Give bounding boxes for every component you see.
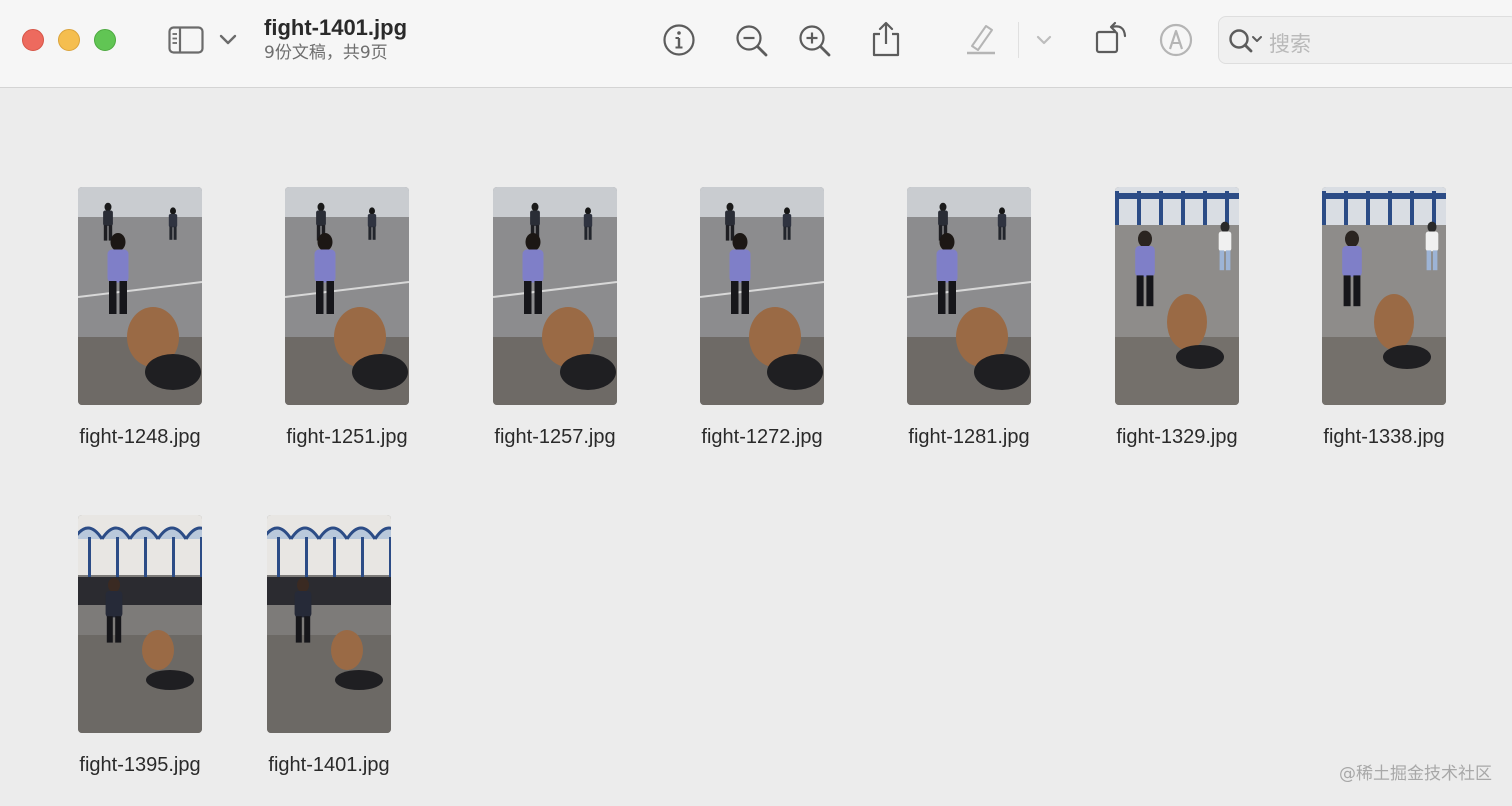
watermark: @稀土掘金技术社区: [1339, 764, 1492, 784]
rotate-icon[interactable]: [1094, 20, 1130, 56]
window-subtitle: 9份文稿，共9页: [264, 43, 388, 63]
thumbnail-image[interactable]: [907, 187, 1031, 405]
thumbnail-caption[interactable]: fight-1257.jpg: [470, 426, 640, 449]
search-icon: [1227, 27, 1265, 55]
thumbnail-caption[interactable]: fight-1395.jpg: [55, 754, 225, 777]
thumbnail-image[interactable]: [78, 187, 202, 405]
zoom-in-icon[interactable]: [797, 23, 833, 59]
window-title: fight-1401.jpg: [264, 15, 408, 40]
thumbnail-photo: [700, 187, 824, 405]
thumbnail-image[interactable]: [1115, 187, 1239, 405]
toolbar: fight-1401.jpg 9份文稿，共9页 搜索: [0, 0, 1512, 88]
thumbnail-image[interactable]: [493, 187, 617, 405]
toolbar-divider: [1018, 22, 1019, 58]
chevron-down-icon[interactable]: [219, 34, 237, 46]
search-field[interactable]: 搜索: [1218, 16, 1512, 64]
thumbnail-image[interactable]: [1322, 187, 1446, 405]
thumbnail-caption[interactable]: fight-1401.jpg: [244, 754, 414, 777]
sidebar-icon[interactable]: [168, 26, 206, 54]
thumbnail-caption[interactable]: fight-1338.jpg: [1299, 426, 1469, 449]
close-button[interactable]: [22, 29, 44, 51]
thumbnail-photo: [267, 515, 391, 733]
thumbnail-caption[interactable]: fight-1248.jpg: [55, 426, 225, 449]
thumbnail-caption[interactable]: fight-1272.jpg: [677, 426, 847, 449]
thumbnail-caption[interactable]: fight-1329.jpg: [1092, 426, 1262, 449]
zoom-out-icon[interactable]: [734, 23, 770, 59]
thumbnail-photo: [907, 187, 1031, 405]
markup-icon[interactable]: [1158, 22, 1194, 58]
thumbnail-image[interactable]: [267, 515, 391, 733]
thumbnail-image[interactable]: [78, 515, 202, 733]
thumbnail-caption[interactable]: fight-1281.jpg: [884, 426, 1054, 449]
search-placeholder: 搜索: [1269, 32, 1311, 56]
chevron-down-icon[interactable]: [1036, 35, 1052, 46]
thumbnail-photo: [493, 187, 617, 405]
thumbnail-photo: [1115, 187, 1239, 405]
share-icon[interactable]: [870, 20, 902, 58]
thumbnail-caption[interactable]: fight-1251.jpg: [262, 426, 432, 449]
thumbnail-photo: [285, 187, 409, 405]
highlighter-icon[interactable]: [964, 20, 998, 56]
minimize-button[interactable]: [58, 29, 80, 51]
preview-window: fight-1401.jpg 9份文稿，共9页 搜索 fight-1248.jp…: [0, 0, 1512, 806]
thumbnail-photo: [78, 515, 202, 733]
thumbnail-image[interactable]: [285, 187, 409, 405]
thumbnail-image[interactable]: [700, 187, 824, 405]
info-icon[interactable]: [662, 23, 696, 57]
thumbnail-photo: [1322, 187, 1446, 405]
thumbnail-photo: [78, 187, 202, 405]
maximize-button[interactable]: [94, 29, 116, 51]
title-block: fight-1401.jpg 9份文稿，共9页: [264, 14, 407, 64]
